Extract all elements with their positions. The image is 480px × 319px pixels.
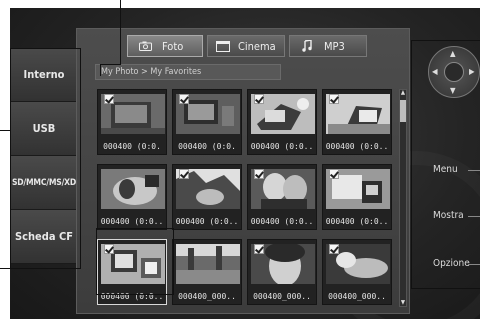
camera-icon <box>136 41 154 51</box>
option-label: Opzione <box>433 258 470 269</box>
checkbox-checked-icon[interactable] <box>179 94 189 104</box>
photo-thumbnail[interactable]: 000400 (0:0. <box>97 89 167 155</box>
scrollbar-thumb[interactable] <box>400 100 406 122</box>
device-label: Interno <box>23 68 65 81</box>
thumbnail-caption: 000400 (0:0.. <box>100 217 164 226</box>
arrow-down-icon: ▼ <box>450 86 456 95</box>
tab-label: MP3 <box>324 39 345 53</box>
checkbox-checked-icon[interactable] <box>329 94 339 104</box>
tab-foto[interactable]: Foto <box>127 35 203 57</box>
callout-line <box>120 0 121 64</box>
callout-line <box>411 40 412 288</box>
checkbox-checked-icon[interactable] <box>329 244 339 254</box>
thumbnail-caption: 000400 (0:0.. <box>325 142 389 151</box>
callout-line <box>100 64 101 76</box>
music-note-icon <box>298 40 316 52</box>
arrow-right-icon: ▶ <box>469 67 475 76</box>
photo-thumbnail[interactable]: 000400_000.. <box>247 239 317 305</box>
thumbnail-caption: 000400_000.. <box>253 292 311 301</box>
file-browser-panel: Foto Cinema MP3 My Photo > My Favorites <box>76 28 410 314</box>
checkbox-checked-icon[interactable] <box>254 244 264 254</box>
scroll-down-arrow-icon[interactable]: ▼ <box>400 300 406 306</box>
photo-thumbnail[interactable]: 000400 (0:0.. <box>322 89 392 155</box>
callout-line <box>10 48 80 49</box>
tab-cinema[interactable]: Cinema <box>207 35 285 57</box>
device-list: Interno USB SD/MMC/MS/XD Scheda CF <box>10 48 78 264</box>
callout-line <box>411 40 480 41</box>
photo-thumbnail[interactable]: 000400_000.. <box>322 239 392 305</box>
thumbnail-caption: 000400_000.. <box>328 292 386 301</box>
thumbnail-grid: 000400 (0:0. 000400 (0:0. 000400 (0:0.. … <box>97 89 393 309</box>
menu-indicator <box>468 170 480 171</box>
callout-line <box>10 48 11 268</box>
photo-thumbnail[interactable]: 000400 (0:0. <box>172 89 242 155</box>
scroll-up-arrow-icon[interactable]: ▲ <box>400 90 406 96</box>
thumbnail-caption: 000400_000.. <box>178 292 236 301</box>
tab-label: Cinema <box>238 39 276 53</box>
checkbox-checked-icon[interactable] <box>104 94 114 104</box>
checkbox-checked-icon[interactable] <box>254 169 264 179</box>
device-label: Scheda CF <box>15 230 73 243</box>
callout-line <box>96 228 174 229</box>
show-indicator <box>468 216 480 217</box>
breadcrumb: My Photo > My Favorites <box>95 64 281 80</box>
device-interno-button[interactable]: Interno <box>10 48 78 102</box>
device-label: USB <box>32 122 56 135</box>
menu-label: Menu <box>433 164 458 175</box>
checkbox-checked-icon[interactable] <box>179 169 189 179</box>
photo-thumbnail[interactable]: 000400 (0:0.. <box>97 164 167 230</box>
photo-thumbnail[interactable]: 000400 (0:0.. <box>247 89 317 155</box>
device-sd-card-button[interactable]: SD/MMC/MS/XD <box>10 156 78 210</box>
photo-thumbnail[interactable]: 000400 (0:0.. <box>172 164 242 230</box>
photo-thumbnail[interactable]: 000400 (0:0.. <box>322 164 392 230</box>
callout-line <box>96 228 97 294</box>
callout-line <box>100 64 121 65</box>
photo-thumbnail[interactable]: 000400_000.. <box>172 239 242 305</box>
checkbox-checked-icon[interactable] <box>329 169 339 179</box>
checkbox-checked-icon[interactable] <box>254 94 264 104</box>
arrow-up-icon: ▲ <box>450 49 456 58</box>
callout-line <box>411 288 480 289</box>
thumbnail-caption: 000400 (0:0. <box>178 142 236 151</box>
device-label: SD/MMC/MS/XD <box>11 177 77 188</box>
callout-line <box>0 268 10 269</box>
checkbox-checked-icon[interactable] <box>104 244 114 254</box>
navigation-pad[interactable]: ▲ ▼ ◀ ▶ <box>428 46 480 98</box>
ok-button[interactable] <box>444 62 464 82</box>
tab-mp3[interactable]: MP3 <box>289 35 367 57</box>
arrow-left-icon: ◀ <box>432 67 438 76</box>
show-label: Mostra <box>433 210 464 221</box>
thumbnail-caption: 000400 (0:0. <box>103 142 161 151</box>
callout-line <box>80 48 81 268</box>
thumbnail-caption: 000400 (0:0.. <box>250 217 314 226</box>
callout-line <box>0 130 10 131</box>
photo-thumbnail[interactable]: 000400 (0:0.. <box>97 239 167 305</box>
tab-label: Foto <box>162 39 184 53</box>
device-cf-card-button[interactable]: Scheda CF <box>10 210 78 264</box>
film-icon <box>216 40 230 52</box>
photo-thumbnail[interactable]: 000400 (0:0.. <box>247 164 317 230</box>
callout-line <box>173 228 174 294</box>
scrollbar[interactable]: ▲ ▼ <box>399 89 407 307</box>
callout-line <box>96 294 174 295</box>
thumbnail-caption: 000400 (0:0.. <box>175 217 239 226</box>
option-indicator <box>468 264 480 265</box>
device-usb-button[interactable]: USB <box>10 102 78 156</box>
thumbnail-caption: 000400 (0:0.. <box>250 142 314 151</box>
thumbnail-caption: 000400 (0:0.. <box>325 217 389 226</box>
callout-line <box>10 268 81 269</box>
